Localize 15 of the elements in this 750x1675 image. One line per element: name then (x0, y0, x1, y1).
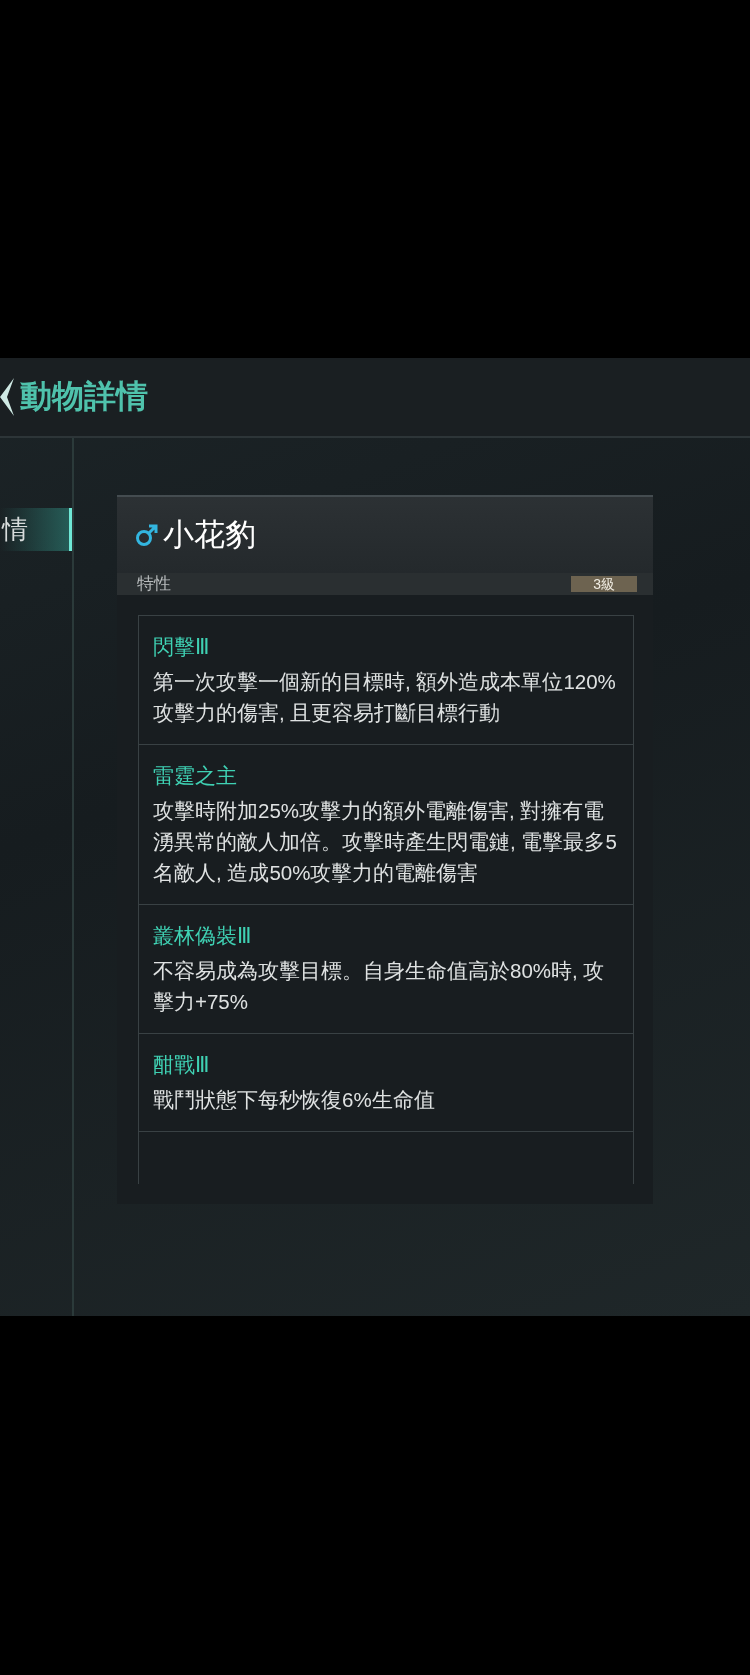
page-title: 動物詳情 (20, 377, 148, 416)
trait-name: 叢林偽裝Ⅲ (153, 923, 253, 949)
male-icon (135, 523, 159, 547)
trait-name: 酣戰Ⅲ (153, 1052, 211, 1078)
trait-name: 雷霆之主 (153, 763, 238, 789)
sidebar-tab[interactable]: 情 (0, 508, 72, 551)
back-icon[interactable] (0, 378, 14, 416)
trait-name: 閃擊Ⅲ (153, 634, 211, 660)
trait-description: 戰鬥狀態下每秒恢復6%生命值 (153, 1087, 436, 1113)
section-label: 特性 (137, 575, 171, 593)
level-badge: 3級 (571, 576, 637, 592)
animal-name: 小花豹 (163, 516, 256, 554)
trait-description: 攻擊時附加25%攻擊力的額外電離傷害, 對擁有電湧異常的敵人加倍。攻擊時產生閃電鏈, 電擊最多5名敵人, 造成50%攻擊力的電離傷害 (153, 798, 618, 886)
trait-description: 第一次攻擊一個新的目標時, 額外造成本單位120%攻擊力的傷害, 且更容易打斷目標行動 (153, 669, 617, 726)
trait-description: 不容易成為攻擊目標。自身生命值高於80%時, 攻擊力+75% (153, 958, 606, 1015)
